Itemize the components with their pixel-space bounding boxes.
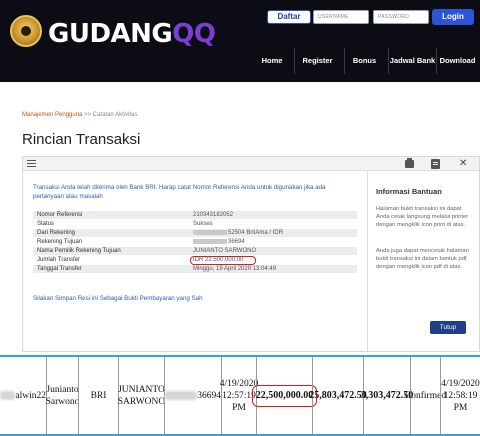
password-input[interactable]: PASSWORD xyxy=(373,10,429,24)
detail-label: Jumlah Transfer xyxy=(37,257,81,263)
print-icon[interactable] xyxy=(405,158,414,168)
amount-highlight: 22,500,000.00 xyxy=(251,384,318,407)
site-logo[interactable]: GUDANGQQ xyxy=(48,19,216,49)
record-user: alwin22 xyxy=(0,357,46,434)
record-amount: 22,500,000.00 xyxy=(251,357,318,434)
detail-value: 210343182052 xyxy=(193,212,234,218)
redaction-mark xyxy=(193,238,227,244)
detail-row: Nomor Referensi 210343182052 xyxy=(33,211,357,220)
site-header: GUDANGQQ Daftar USERNAME PASSWORD Login … xyxy=(0,0,480,82)
close-button[interactable]: Tutup xyxy=(430,321,466,334)
record-status: Confirmed xyxy=(405,357,446,434)
help-title: Informasi Bantuan xyxy=(376,187,442,196)
date-line: 12:57:19 xyxy=(222,390,256,401)
breadcrumb-link[interactable]: Manajemen Pengguna xyxy=(22,112,82,118)
help-text-pdf: Anda juga dapat mencetak halaman bukti t… xyxy=(376,248,469,270)
detail-value-masked: 52504 BritAma / IDR xyxy=(193,229,283,238)
nav-download[interactable]: Download xyxy=(436,48,478,74)
record-account: 36694 xyxy=(164,357,221,434)
record-sender-name: Junianto Sarwono xyxy=(45,357,80,434)
receiver-name-line: JUNIANTO xyxy=(118,384,165,395)
date-line: 12:58:19 PM xyxy=(443,390,478,413)
sender-name-line: Sarwono xyxy=(45,396,80,407)
close-icon[interactable]: ✕ xyxy=(459,157,467,171)
transaction-panel: ✕ Transaksi Anda telah diterima oleh Ban… xyxy=(22,156,480,352)
menu-icon[interactable] xyxy=(27,160,36,167)
detail-label: Tanggal Transfer xyxy=(37,266,82,272)
account-suffix: 36694 xyxy=(197,390,221,401)
nav-home[interactable]: Home xyxy=(254,48,290,74)
detail-value: 36694 xyxy=(228,239,245,245)
sender-name-line: Junianto xyxy=(46,384,79,395)
save-receipt-link[interactable]: Silakan Simpan Resi ini Sebagai Bukti Pe… xyxy=(33,295,203,302)
detail-row: Status Sukses xyxy=(33,220,357,229)
pdf-icon[interactable] xyxy=(431,159,440,169)
receiver-name-line: SARWONO xyxy=(117,396,166,407)
detail-value-masked: 36694 xyxy=(193,238,245,247)
detail-label: Rekening Tujuan xyxy=(37,239,83,245)
detail-value: JUNIANTO SARWONO xyxy=(193,248,257,254)
main-nav: Home Register Bonus Jadwal Bank Download xyxy=(254,48,480,74)
detail-value: Minggu, 19 April 2020 13:04:49 xyxy=(193,266,277,272)
nav-bonus[interactable]: Bonus xyxy=(344,48,384,74)
register-button[interactable]: Daftar xyxy=(267,10,311,24)
detail-label: Status xyxy=(37,221,55,227)
login-button[interactable]: Login xyxy=(432,9,474,25)
detail-row: Jumlah Transfer IDR 22.500.000,00 xyxy=(33,256,357,265)
record-user-text: alwin22 xyxy=(15,390,46,401)
record-balance-before: 25,803,472.50 xyxy=(309,357,367,434)
nav-jadwal-bank[interactable]: Jadwal Bank xyxy=(388,48,436,74)
detail-label: Nama Pemilik Rekening Tujuan xyxy=(37,248,121,254)
help-sidebar: Informasi Bantuan Halaman bukti transaks… xyxy=(367,171,479,351)
transaction-details: Nomor Referensi 210343182052 Status Suks… xyxy=(33,211,357,274)
help-text-print: Halaman bukti transaksi ini dapat Anda c… xyxy=(376,206,469,228)
detail-row: Nama Pemilik Rekening Tujuan JUNIANTO SA… xyxy=(33,247,357,256)
breadcrumb: Manajemen Pengguna >> Catatan Aktivitas xyxy=(22,112,137,118)
logo-text-accent: QQ xyxy=(172,19,216,49)
detail-label: Nomor Referensi xyxy=(37,212,83,218)
username-input[interactable]: USERNAME xyxy=(313,10,369,24)
record-balance-after: 3,303,472.50 xyxy=(361,357,413,434)
amount-highlight-box xyxy=(190,256,256,265)
detail-value: 52504 BritAma / IDR xyxy=(228,230,284,236)
panel-toolbar: ✕ xyxy=(23,157,479,171)
record-receiver-name: JUNIANTO SARWONO xyxy=(117,357,166,434)
detail-row: Tanggal Transfer Minggu, 19 April 2020 1… xyxy=(33,265,357,274)
breadcrumb-separator: >> xyxy=(84,112,92,118)
date-line: PM xyxy=(232,402,246,413)
detail-row: Rekening Tujuan 36694 xyxy=(33,238,357,247)
page-title: Rincian Transaksi xyxy=(22,131,141,148)
record-date-submitted: 4/19/2020 12:57:19 PM xyxy=(220,357,258,434)
date-line: 4/19/2020 xyxy=(441,378,480,389)
detail-value: Sukses xyxy=(193,221,213,227)
page-content: Manajemen Pengguna >> Catatan Aktivitas … xyxy=(0,82,480,355)
logo-seal-icon[interactable] xyxy=(10,15,42,47)
transaction-record-row: alwin22 Junianto Sarwono BRI JUNIANTO SA… xyxy=(0,355,480,436)
record-date-confirmed: 4/19/2020 12:58:19 PM xyxy=(440,357,480,434)
redaction-mark xyxy=(193,229,227,235)
nav-register[interactable]: Register xyxy=(294,48,340,74)
logo-text-main: GUDANG xyxy=(48,19,173,49)
detail-label: Dari Rekening xyxy=(37,230,76,236)
record-bank: BRI xyxy=(78,357,118,434)
redaction-mark xyxy=(165,391,198,400)
receipt-notice: Transaksi Anda telah diterima oleh Bank … xyxy=(33,184,326,200)
redaction-mark xyxy=(0,391,16,400)
detail-row: Dari Rekening 52504 BritAma / IDR xyxy=(33,229,357,238)
breadcrumb-current: Catatan Aktivitas xyxy=(92,112,138,118)
